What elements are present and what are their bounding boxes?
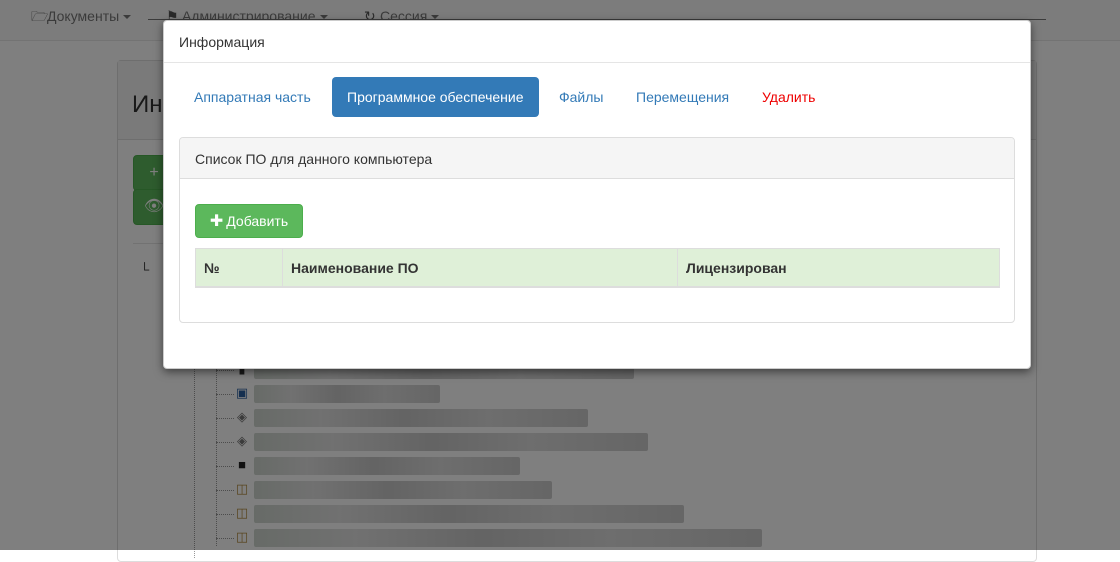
- table-header-row: № Наименование ПО Лицензирован: [195, 248, 1000, 288]
- add-software-button-label: Добавить: [226, 213, 289, 229]
- plus-icon: ✚: [209, 213, 224, 230]
- software-panel-title: Список ПО для данного компьютера: [195, 151, 433, 167]
- column-header-number[interactable]: №: [195, 248, 283, 288]
- tab-hardware[interactable]: Аппаратная часть: [179, 77, 326, 117]
- tab-software[interactable]: Программное обеспечение: [332, 77, 539, 117]
- add-software-button[interactable]: ✚ Добавить: [195, 204, 303, 238]
- software-panel-heading: Список ПО для данного компьютера: [180, 138, 1014, 179]
- tab-files[interactable]: Файлы: [544, 77, 618, 117]
- info-modal: Информация Аппаратная часть Программное …: [163, 20, 1031, 369]
- modal-header: Информация: [164, 21, 1030, 63]
- column-header-licensed[interactable]: Лицензирован: [677, 248, 1000, 288]
- modal-title: Информация: [179, 34, 265, 50]
- column-header-software-name[interactable]: Наименование ПО: [282, 248, 678, 288]
- tab-movements[interactable]: Перемещения: [621, 77, 744, 117]
- software-panel: Список ПО для данного компьютера ✚ Добави…: [179, 137, 1015, 323]
- tab-delete[interactable]: Удалить: [747, 77, 830, 117]
- software-table: № Наименование ПО Лицензирован: [195, 248, 1000, 288]
